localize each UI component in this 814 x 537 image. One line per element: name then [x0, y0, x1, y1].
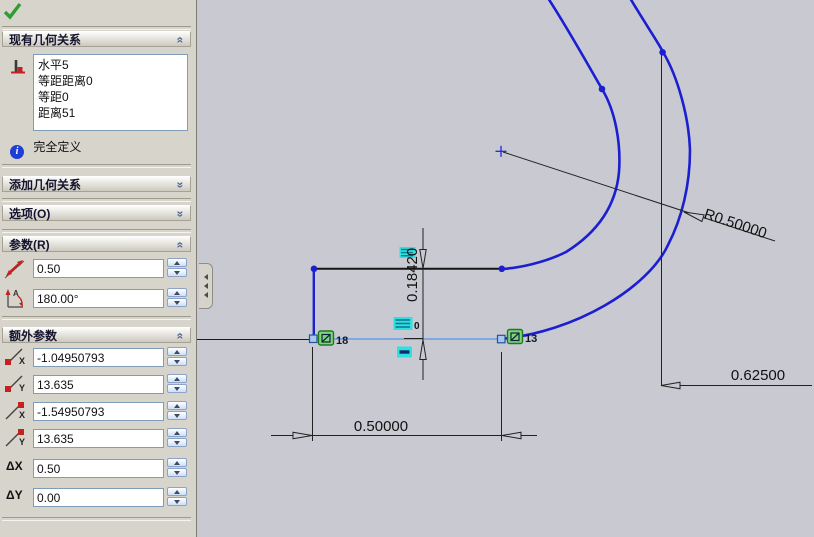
- badge-label: 13: [525, 333, 537, 345]
- section-title: 现有几何关系: [9, 33, 82, 47]
- panel-collapse-tab[interactable]: [199, 263, 213, 309]
- end-point-y-icon: Y: [3, 427, 29, 451]
- spline-point[interactable]: [598, 85, 606, 93]
- spline-point[interactable]: [659, 49, 666, 56]
- length-icon: [3, 257, 29, 281]
- end-point-y-input[interactable]: [33, 429, 164, 448]
- spinner[interactable]: [167, 374, 187, 395]
- spin-up-button[interactable]: [167, 374, 187, 383]
- spin-up-button[interactable]: [167, 458, 187, 467]
- spin-up-button[interactable]: [167, 288, 187, 297]
- badge-label: 18: [336, 335, 348, 347]
- property-manager-panel: 现有几何关系 « 水平5 等距距离0 等距0 距离51 i 完全定义 添加几何关…: [0, 0, 197, 537]
- svg-text:A: A: [13, 289, 19, 298]
- list-item[interactable]: 等距距离0: [38, 73, 183, 89]
- spin-down-button[interactable]: [167, 298, 187, 307]
- chevron-up-icon: «: [173, 332, 188, 340]
- length-spinner[interactable]: [167, 258, 187, 279]
- relation-type-icon: [8, 56, 28, 81]
- spin-down-button[interactable]: [167, 497, 187, 506]
- divider: [2, 229, 191, 233]
- section-title: 选项(O): [9, 207, 51, 221]
- divider: [2, 198, 191, 202]
- sketch-canvas[interactable]: R0.50000 0 0.18420 0.50000 0.62500 18 13: [197, 0, 814, 537]
- section-header-add-relations[interactable]: 添加几何关系 »: [2, 176, 191, 192]
- spin-up-button[interactable]: [167, 401, 187, 410]
- spin-down-button[interactable]: [167, 268, 187, 277]
- divider: [2, 517, 191, 521]
- spin-down-button[interactable]: [167, 357, 187, 366]
- status-row: i 完全定义: [10, 138, 82, 159]
- list-item[interactable]: 等距0: [38, 89, 183, 105]
- spinner[interactable]: [167, 428, 187, 449]
- spin-down-button[interactable]: [167, 384, 187, 393]
- spin-down-button[interactable]: [167, 411, 187, 420]
- list-item[interactable]: 距离51: [38, 105, 183, 121]
- status-text: 完全定义: [33, 140, 82, 154]
- start-point-x-input[interactable]: [33, 348, 164, 367]
- start-point-y-input[interactable]: [33, 375, 164, 394]
- check-icon: [3, 2, 22, 20]
- chevron-up-icon: «: [173, 36, 188, 44]
- section-title: 参数(R): [9, 238, 50, 252]
- sketch-point[interactable]: [498, 265, 506, 273]
- spinner[interactable]: [167, 487, 187, 508]
- relation-count: 0: [414, 321, 420, 332]
- relation-highlight-icon[interactable]: [397, 346, 412, 358]
- end-point-x-input[interactable]: [33, 402, 164, 421]
- chevron-up-icon: «: [173, 241, 188, 249]
- angle-icon: A: [3, 287, 29, 311]
- spin-up-button[interactable]: [167, 347, 187, 356]
- left-arrow-icon: [203, 283, 208, 289]
- spinner[interactable]: [167, 458, 187, 479]
- section-header-existing-relations[interactable]: 现有几何关系 «: [2, 31, 191, 47]
- sketch-point-handle[interactable]: [308, 334, 318, 344]
- list-item[interactable]: 水平5: [38, 57, 183, 73]
- angle-spinner[interactable]: [167, 288, 187, 309]
- ok-button[interactable]: [3, 1, 23, 21]
- sketch-point[interactable]: [310, 265, 318, 273]
- left-arrow-icon: [203, 274, 208, 280]
- divider: [2, 316, 191, 320]
- chevron-down-icon: »: [173, 210, 188, 218]
- chevron-down-icon: »: [173, 181, 188, 189]
- delta-x-input[interactable]: [33, 459, 164, 478]
- delta-y-input[interactable]: [33, 488, 164, 507]
- dimension-text[interactable]: 0.62500: [731, 367, 785, 384]
- spinner[interactable]: [167, 347, 187, 368]
- dimension-text[interactable]: 0.50000: [354, 418, 408, 435]
- relations-listbox[interactable]: 水平5 等距距离0 等距0 距离51: [33, 54, 188, 131]
- dimension-text[interactable]: 0.18420: [404, 248, 421, 302]
- section-title: 额外参数: [9, 329, 58, 343]
- end-point-x-icon: X: [3, 400, 29, 424]
- angle-input[interactable]: [33, 289, 164, 308]
- start-point-y-icon: Y: [3, 373, 29, 397]
- info-icon: i: [10, 145, 24, 159]
- left-arrow-icon: [203, 292, 208, 298]
- section-header-options[interactable]: 选项(O) »: [2, 205, 191, 221]
- divider: [2, 164, 191, 168]
- delta-y-icon: ΔY: [6, 488, 23, 502]
- delta-x-icon: ΔX: [6, 459, 23, 473]
- spin-down-button[interactable]: [167, 438, 187, 447]
- section-header-extra-parameters[interactable]: 额外参数 «: [2, 327, 191, 343]
- spin-down-button[interactable]: [167, 468, 187, 477]
- spinner[interactable]: [167, 401, 187, 422]
- spin-up-button[interactable]: [167, 258, 187, 267]
- section-title: 添加几何关系: [9, 178, 82, 192]
- start-point-x-icon: X: [3, 346, 29, 370]
- section-header-parameters[interactable]: 参数(R) «: [2, 236, 191, 252]
- length-input[interactable]: [33, 259, 164, 278]
- divider: [2, 26, 191, 30]
- sketch-point-handle[interactable]: [496, 334, 506, 344]
- spin-up-button[interactable]: [167, 428, 187, 437]
- spin-up-button[interactable]: [167, 487, 187, 496]
